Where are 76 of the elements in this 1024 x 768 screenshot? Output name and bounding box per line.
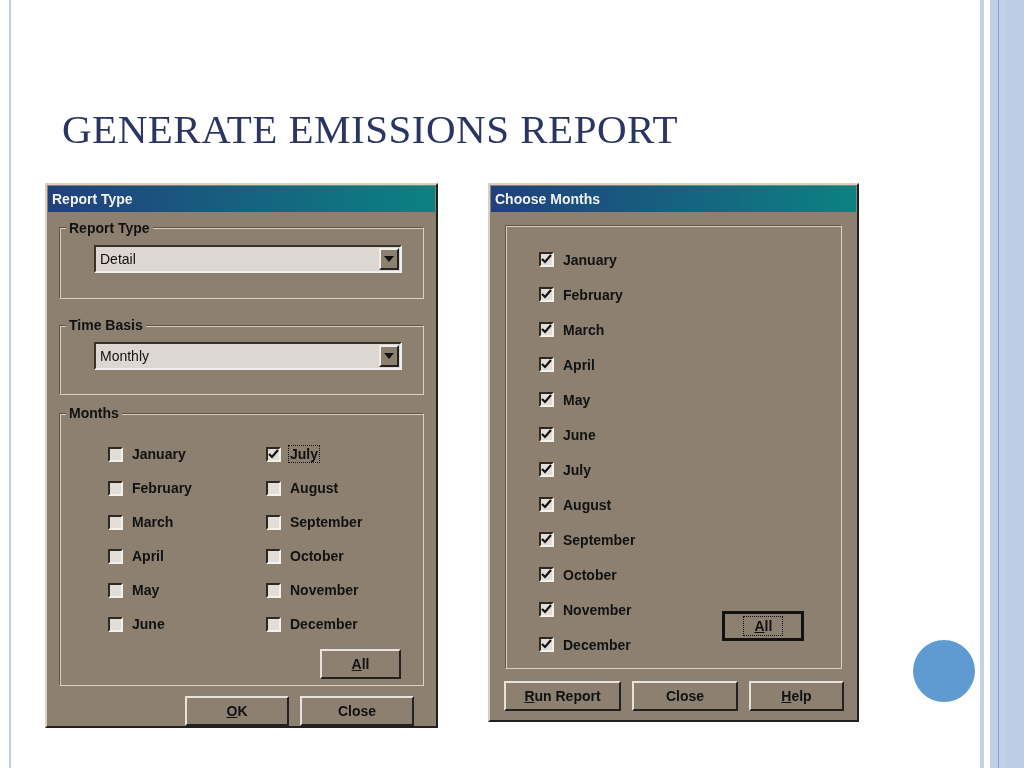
checkbox-label[interactable]: November: [562, 601, 633, 618]
checkbox[interactable]: [108, 616, 123, 632]
checkbox-label[interactable]: October: [289, 548, 345, 565]
checkbox[interactable]: [539, 392, 554, 407]
checkbox[interactable]: [266, 514, 281, 530]
checkbox[interactable]: [539, 497, 554, 512]
checkbox-label[interactable]: February: [562, 286, 624, 303]
checkmark-icon: [541, 464, 552, 475]
checkbox[interactable]: [266, 446, 281, 462]
checkmark-icon: [541, 604, 552, 615]
dialog-button[interactable]: All: [722, 611, 805, 641]
checkbox-label[interactable]: October: [562, 566, 618, 583]
checkbox-label[interactable]: August: [289, 480, 340, 497]
checkbox[interactable]: [108, 582, 123, 598]
checkbox[interactable]: [539, 462, 554, 477]
checkbox-label[interactable]: December: [562, 636, 632, 653]
checkbox[interactable]: [539, 357, 554, 372]
checkbox[interactable]: [108, 446, 123, 462]
checkbox[interactable]: [266, 582, 281, 598]
dropdown[interactable]: Monthly: [94, 342, 402, 371]
dialog-button[interactable]: Help: [749, 681, 844, 711]
group-label: Report Type: [66, 220, 153, 235]
checkbox-label[interactable]: February: [131, 480, 193, 497]
dialog-button[interactable]: All: [320, 649, 401, 680]
checkbox-label[interactable]: March: [562, 321, 606, 338]
checkmark-icon: [541, 639, 552, 650]
checkmark-icon: [541, 499, 552, 510]
checkmark-icon: [541, 534, 552, 545]
checkmark-icon: [541, 359, 552, 370]
slide-title: GENERATE EMISSIONS REPORT: [62, 105, 678, 154]
checkbox[interactable]: [266, 548, 281, 564]
dialog-button[interactable]: OK: [185, 696, 289, 726]
checkbox[interactable]: [539, 567, 554, 582]
checkbox[interactable]: [539, 532, 554, 547]
checkbox-label[interactable]: September: [562, 531, 637, 548]
checkbox[interactable]: [539, 252, 554, 267]
checkmark-icon: [541, 289, 552, 300]
window-title: Report Type: [48, 186, 435, 212]
checkbox[interactable]: [539, 322, 554, 337]
checkbox-label[interactable]: July: [562, 461, 592, 478]
checkbox-label[interactable]: June: [562, 426, 597, 443]
checkbox[interactable]: [539, 602, 554, 617]
checkmark-icon: [541, 569, 552, 580]
checkbox-label[interactable]: January: [131, 446, 187, 463]
checkbox[interactable]: [266, 480, 281, 496]
checkbox-label[interactable]: July: [289, 446, 319, 463]
checkmark-icon: [541, 394, 552, 405]
checkbox-label[interactable]: April: [131, 548, 165, 565]
group-label: Time Basis: [66, 318, 146, 333]
checkbox-label[interactable]: December: [289, 616, 359, 633]
checkbox[interactable]: [108, 514, 123, 530]
checkbox-label[interactable]: June: [131, 616, 166, 633]
checkbox-label[interactable]: November: [289, 582, 360, 599]
checkbox-label[interactable]: September: [289, 514, 364, 531]
group-label: Months: [66, 406, 122, 421]
checkmark-icon: [541, 429, 552, 440]
checkbox[interactable]: [108, 480, 123, 496]
dialog-button[interactable]: Close: [300, 696, 414, 726]
checkbox[interactable]: [539, 287, 554, 302]
dialog-button[interactable]: Run Report: [504, 681, 621, 711]
checkbox-label[interactable]: August: [562, 496, 613, 513]
dialog-button[interactable]: Close: [632, 681, 738, 711]
checkbox[interactable]: [266, 616, 281, 632]
checkmark-icon: [541, 254, 552, 265]
checkbox[interactable]: [108, 548, 123, 564]
checkbox-label[interactable]: May: [562, 391, 592, 408]
window-title: Choose Months: [491, 186, 856, 212]
checkbox-label[interactable]: May: [131, 582, 161, 599]
checkbox-label[interactable]: January: [562, 251, 618, 268]
checkmark-icon: [541, 324, 552, 335]
checkbox[interactable]: [539, 637, 554, 652]
checkbox[interactable]: [539, 427, 554, 442]
dropdown[interactable]: Detail: [94, 244, 402, 273]
checkbox-label[interactable]: March: [131, 514, 175, 531]
checkmark-icon: [268, 448, 279, 460]
checkbox-label[interactable]: April: [562, 356, 596, 373]
